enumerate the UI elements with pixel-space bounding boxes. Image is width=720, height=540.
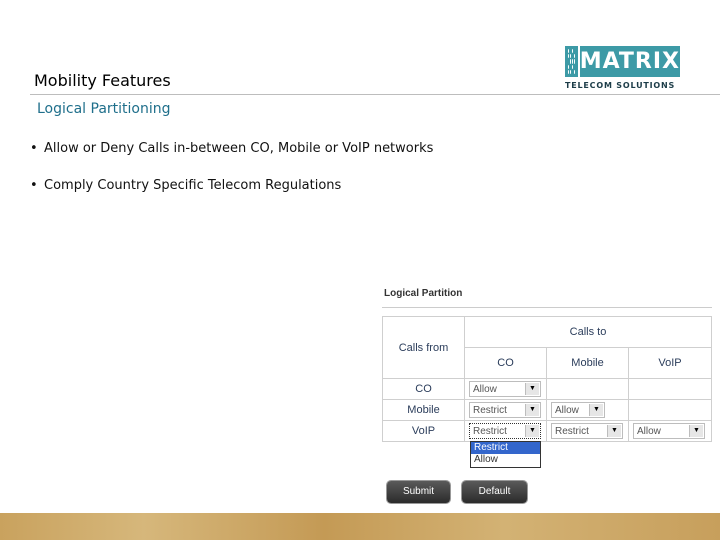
select-value: Allow bbox=[555, 405, 579, 416]
column-header-voip: VoIP bbox=[628, 347, 712, 379]
mobile-to-co-select[interactable]: Restrict ▼ bbox=[469, 402, 541, 418]
bullet-item: • Allow or Deny Calls in-between CO, Mobi… bbox=[30, 141, 433, 157]
calls-to-header: Calls to bbox=[464, 316, 712, 348]
voip-to-voip-select[interactable]: Allow ▼ bbox=[633, 423, 705, 439]
row-label-co: CO bbox=[382, 378, 465, 400]
matrix-logo: MATRIX TELECOM SOLUTIONS bbox=[565, 46, 680, 92]
bullet-text: Comply Country Specific Telecom Regulati… bbox=[44, 178, 342, 193]
select-value: Allow bbox=[473, 384, 497, 395]
footer-band bbox=[0, 513, 720, 540]
select-value: Restrict bbox=[555, 426, 589, 437]
select-value: Restrict bbox=[473, 405, 507, 416]
select-value: Restrict bbox=[473, 426, 507, 437]
partition-table: Calls from Calls to CO Mobile VoIP CO Al… bbox=[382, 316, 712, 442]
panel-divider bbox=[382, 307, 712, 308]
slide-title: Mobility Features bbox=[34, 71, 171, 90]
logical-partition-panel: Logical Partition Calls from Calls to CO… bbox=[380, 282, 715, 512]
chevron-down-icon[interactable]: ▼ bbox=[689, 425, 703, 437]
title-divider bbox=[30, 94, 720, 95]
mobile-to-mobile-select[interactable]: Allow ▼ bbox=[551, 402, 605, 418]
chevron-down-icon[interactable]: ▼ bbox=[525, 425, 539, 437]
bullet-item: • Comply Country Specific Telecom Regulat… bbox=[30, 178, 433, 194]
logo-wordmark: MATRIX bbox=[579, 46, 680, 77]
logo-dot-grid-icon bbox=[565, 46, 578, 77]
table-row: Mobile Restrict ▼ Allow ▼ bbox=[382, 399, 712, 421]
chevron-down-icon[interactable]: ▼ bbox=[589, 404, 603, 416]
voip-to-co-select[interactable]: Restrict ▼ bbox=[469, 423, 541, 439]
co-to-co-select[interactable]: Allow ▼ bbox=[469, 381, 541, 397]
column-header-mobile: Mobile bbox=[546, 347, 629, 379]
calls-from-header: Calls from bbox=[382, 316, 465, 379]
submit-button[interactable]: Submit bbox=[387, 481, 450, 503]
default-button[interactable]: Default bbox=[462, 481, 527, 503]
slide-subtitle: Logical Partitioning bbox=[37, 101, 171, 117]
bullet-dot: • bbox=[30, 141, 38, 156]
table-row: CO Allow ▼ bbox=[382, 378, 712, 400]
logo-tagline: TELECOM SOLUTIONS bbox=[565, 81, 676, 90]
panel-title: Logical Partition bbox=[384, 288, 463, 299]
chevron-down-icon[interactable]: ▼ bbox=[607, 425, 621, 437]
chevron-down-icon[interactable]: ▼ bbox=[525, 383, 539, 395]
row-label-mobile: Mobile bbox=[382, 399, 465, 421]
select-value: Allow bbox=[637, 426, 661, 437]
select-dropdown-list: Restrict Allow bbox=[470, 441, 541, 468]
column-header-co: CO bbox=[464, 347, 547, 379]
chevron-down-icon[interactable]: ▼ bbox=[525, 404, 539, 416]
bullet-dot: • bbox=[30, 178, 38, 193]
bullet-list: • Allow or Deny Calls in-between CO, Mobi… bbox=[30, 141, 433, 215]
dropdown-option-allow[interactable]: Allow bbox=[471, 454, 540, 466]
dropdown-option-restrict[interactable]: Restrict bbox=[471, 442, 540, 454]
voip-to-mobile-select[interactable]: Restrict ▼ bbox=[551, 423, 623, 439]
bullet-text: Allow or Deny Calls in-between CO, Mobil… bbox=[44, 141, 434, 156]
table-row: VoIP Restrict ▼ Restrict ▼ Allow ▼ bbox=[382, 420, 712, 442]
row-label-voip: VoIP bbox=[382, 420, 465, 442]
